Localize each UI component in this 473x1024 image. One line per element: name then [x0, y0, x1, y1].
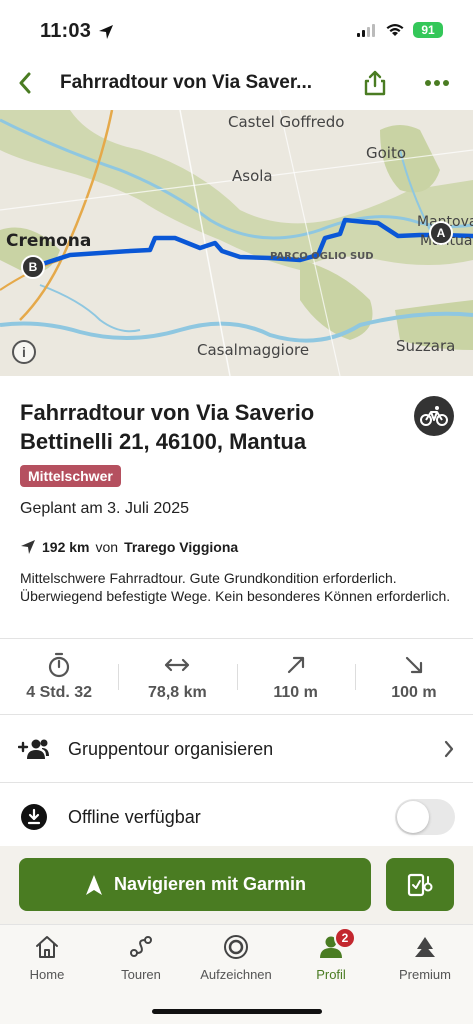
tab-label: Profil — [316, 967, 346, 982]
tour-stats: 4 Std. 32 78,8 km 110 m 100 m — [0, 646, 473, 712]
map-label-oglio-sud: PARCO OGLIO SUD — [270, 251, 374, 262]
more-dots-icon — [425, 80, 449, 86]
offline-label: Offline verfügbar — [68, 806, 201, 827]
tab-label: Premium — [398, 967, 451, 982]
divider — [0, 714, 473, 715]
status-time: 11:03 — [40, 20, 92, 42]
distance-value: 192 km — [42, 539, 90, 555]
tab-bar: Home Touren Aufzeichnen 2 Profil Premium — [0, 924, 473, 1024]
send-to-device-icon — [407, 873, 433, 896]
distance-from-word: von — [95, 539, 119, 555]
divider — [0, 638, 473, 639]
device-send-button[interactable] — [386, 858, 454, 911]
map-label-casalmaggiore: Casalmaggiore — [197, 341, 310, 359]
descent-arrow-icon — [405, 656, 422, 674]
tab-premium[interactable]: Premium — [378, 933, 472, 982]
page-title: Fahrradtour von Via Saver... — [60, 72, 313, 93]
tab-label: Home — [29, 967, 65, 982]
record-icon — [224, 935, 248, 959]
offline-toggle[interactable] — [395, 799, 455, 835]
map-label-suzzara: Suzzara — [396, 337, 456, 355]
download-icon — [21, 804, 47, 830]
tour-description: Mittelschwere Fahrradtour. Gute Grundkon… — [20, 570, 451, 604]
chevron-right-icon — [444, 740, 454, 758]
sport-type-badge — [414, 396, 454, 436]
divider — [0, 782, 473, 783]
home-icon — [36, 936, 58, 958]
battery-indicator: 91 — [413, 22, 443, 38]
map-label-goito: Goito — [366, 144, 407, 162]
navigation-arrow-icon — [21, 540, 35, 554]
distance-arrows-icon — [165, 658, 190, 672]
stopwatch-icon — [49, 652, 70, 678]
route-end-marker[interactable]: B — [21, 255, 45, 279]
tab-label: Aufzeichnen — [200, 967, 272, 982]
route-map[interactable]: Castel Goffredo Goito Asola Mantova Mant… — [0, 110, 473, 376]
stat-value: 4 Std. 32 — [26, 684, 93, 701]
premium-icon — [415, 937, 435, 957]
planned-date: Geplant am 3. Juli 2025 — [20, 500, 189, 517]
tab-tours[interactable]: Touren — [94, 933, 188, 982]
group-tour-row[interactable]: Gruppentour organisieren — [0, 716, 473, 782]
notification-badge: 2 — [334, 927, 356, 949]
offline-row: Offline verfügbar — [0, 784, 473, 850]
tab-label: Touren — [121, 967, 161, 982]
map-info-button[interactable]: i — [12, 340, 36, 364]
back-button[interactable] — [10, 68, 40, 98]
more-button[interactable] — [422, 70, 452, 96]
home-indicator — [152, 1009, 322, 1014]
status-bar: 11:03 91 — [0, 0, 473, 58]
distance-from-start: 192 km von Trarego Viggiona — [20, 539, 238, 555]
group-tour-label: Gruppentour organisieren — [68, 738, 274, 759]
nav-bar: Fahrradtour von Via Saver... — [0, 58, 473, 110]
ascent-arrow-icon — [287, 656, 304, 674]
distance-from-place: Trarego Viggiona — [124, 539, 239, 555]
action-area: Navigieren mit Garmin — [0, 846, 473, 924]
toggle-knob — [397, 801, 429, 833]
stat-duration: 4 Std. 32 — [0, 646, 118, 712]
tour-title: Fahrradtour von Via Saverio Bettinelli 2… — [20, 400, 315, 454]
chevron-left-icon — [19, 72, 31, 94]
location-arrow-icon — [99, 25, 113, 39]
tab-record[interactable]: Aufzeichnen — [189, 933, 283, 982]
bike-icon — [420, 406, 448, 426]
signal-icon — [357, 24, 375, 37]
stat-distance: 78,8 km — [118, 646, 236, 712]
tab-profile[interactable]: 2 Profil — [284, 927, 378, 982]
map-label-asola: Asola — [232, 167, 273, 185]
difficulty-badge: Mittelschwer — [20, 465, 121, 487]
wifi-icon — [386, 24, 404, 36]
add-group-icon — [18, 739, 49, 759]
share-icon — [364, 70, 386, 96]
stat-value: 78,8 km — [148, 684, 207, 701]
stat-ascent: 110 m — [236, 646, 355, 712]
navigate-label: Navigieren mit Garmin — [113, 874, 307, 894]
stat-descent: 100 m — [354, 646, 473, 712]
map-label-cremona: Cremona — [6, 231, 92, 251]
navigate-button[interactable]: Navigieren mit Garmin — [19, 858, 371, 911]
share-button[interactable] — [360, 68, 390, 98]
status-icons: 91 — [357, 22, 443, 38]
route-start-marker[interactable]: A — [429, 221, 453, 245]
tours-icon — [130, 936, 152, 957]
stat-value: 110 m — [273, 684, 318, 701]
map-label-castel-goffredo: Castel Goffredo — [228, 113, 345, 131]
tab-home[interactable]: Home — [0, 933, 94, 982]
navigation-icon — [85, 874, 102, 895]
stat-value: 100 m — [391, 684, 437, 701]
